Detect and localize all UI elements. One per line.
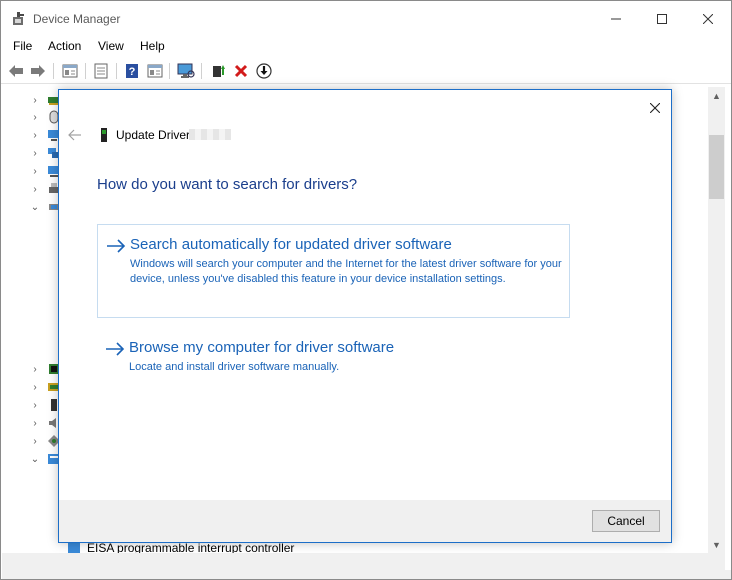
toolbar-separator	[169, 63, 170, 79]
chevron-right-icon[interactable]: ›	[29, 129, 41, 141]
cancel-button[interactable]: Cancel	[592, 510, 660, 532]
window-title: Device Manager	[33, 12, 121, 26]
tree-node-expanded[interactable]: ⌄	[29, 450, 61, 468]
toolbar-separator	[53, 63, 54, 79]
chevron-right-icon[interactable]: ›	[29, 435, 41, 447]
dialog-footer: Cancel	[59, 500, 671, 542]
minimize-button[interactable]	[593, 1, 639, 37]
chevron-right-icon[interactable]: ›	[29, 363, 41, 375]
scrollbar-thumb[interactable]	[709, 135, 724, 199]
tree-node[interactable]: ›	[29, 162, 61, 180]
arrow-right-icon	[107, 239, 126, 253]
back-button[interactable]	[7, 62, 25, 80]
option-title: Search automatically for updated driver …	[130, 236, 452, 253]
dialog-title: Update Driver	[116, 128, 191, 142]
chevron-right-icon[interactable]: ›	[29, 399, 41, 411]
chevron-right-icon[interactable]: ›	[29, 111, 41, 123]
dialog-back-button[interactable]	[67, 127, 83, 143]
tree-node[interactable]: ›	[29, 432, 61, 450]
tree-node[interactable]: ›	[29, 108, 61, 126]
dialog-close-button[interactable]	[643, 96, 667, 120]
disable-device-button[interactable]	[255, 62, 273, 80]
chevron-down-icon: ▼	[712, 539, 721, 550]
device-icon	[101, 128, 107, 142]
toolbar-separator	[116, 63, 117, 79]
monitor-icon	[177, 63, 195, 78]
svg-text:?: ?	[129, 66, 136, 78]
menu-view[interactable]: View	[98, 39, 124, 53]
status-bar	[2, 570, 731, 579]
update-driver-dialog: Update Driver How do you want to search …	[58, 89, 672, 543]
dialog-heading: How do you want to search for drivers?	[97, 176, 358, 193]
menu-help[interactable]: Help	[140, 39, 165, 53]
horizontal-scrollbar-area	[2, 553, 725, 570]
vertical-scrollbar[interactable]: ▲ ▼	[708, 87, 725, 553]
help-icon: ?	[126, 64, 138, 78]
tree-node[interactable]: ›	[29, 414, 61, 432]
help-button[interactable]: ?	[123, 62, 141, 80]
scroll-up-button[interactable]: ▲	[708, 87, 725, 104]
scroll-down-button[interactable]: ▼	[708, 536, 725, 553]
search-automatically-option[interactable]: Search automatically for updated driver …	[97, 224, 570, 318]
maximize-button[interactable]	[639, 1, 685, 37]
back-arrow-icon	[68, 129, 81, 141]
redacted-device-name	[189, 129, 231, 140]
menu-bar: File Action View Help	[1, 37, 731, 57]
menu-file[interactable]: File	[13, 39, 32, 53]
properties-icon	[62, 64, 78, 78]
tree-node-expanded[interactable]: ⌄	[29, 198, 61, 216]
chevron-right-icon[interactable]: ›	[29, 165, 41, 177]
chevron-right-icon[interactable]: ›	[29, 94, 41, 106]
close-icon	[703, 14, 713, 24]
chevron-right-icon[interactable]: ›	[29, 183, 41, 195]
tree-node[interactable]: ›	[29, 396, 61, 414]
toolbar: ?	[1, 58, 731, 84]
chevron-right-icon[interactable]: ›	[29, 417, 41, 429]
toolbar-separator	[201, 63, 202, 79]
tree-node[interactable]: ›	[29, 360, 61, 378]
close-window-button[interactable]	[685, 1, 731, 37]
option-title: Browse my computer for driver software	[129, 339, 395, 356]
chevron-up-icon: ▲	[712, 90, 721, 101]
forward-arrow-icon	[31, 65, 45, 77]
forward-button[interactable]	[29, 62, 47, 80]
properties-button[interactable]	[61, 62, 79, 80]
close-icon	[650, 103, 660, 113]
chevron-right-icon[interactable]: ›	[29, 147, 41, 159]
back-arrow-icon	[9, 65, 23, 77]
uninstall-device-button[interactable]	[232, 62, 250, 80]
maximize-icon	[657, 14, 667, 24]
disable-device-icon	[256, 63, 272, 79]
arrow-right-icon	[106, 342, 125, 356]
tree-node[interactable]: ›	[29, 126, 61, 144]
toolbar-separator	[85, 63, 86, 79]
minimize-icon	[611, 18, 621, 20]
action-view-button[interactable]	[146, 62, 164, 80]
title-bar: Device Manager	[1, 1, 731, 37]
option-description: Windows will search your computer and th…	[130, 258, 562, 285]
tree-node[interactable]: ›	[29, 91, 61, 109]
browse-computer-option[interactable]: Browse my computer for driver software L…	[97, 328, 570, 388]
menu-action[interactable]: Action	[48, 39, 81, 53]
update-driver-icon	[213, 65, 225, 77]
view-icon	[94, 63, 108, 79]
chevron-down-icon[interactable]: ⌄	[29, 453, 41, 465]
chevron-right-icon[interactable]: ›	[29, 381, 41, 393]
view-button[interactable]	[92, 62, 110, 80]
tree-node[interactable]: ›	[29, 180, 61, 198]
option-description: Locate and install driver software manua…	[129, 361, 340, 373]
scan-hardware-button[interactable]	[177, 62, 195, 80]
uninstall-icon	[234, 64, 248, 78]
tree-node[interactable]: ›	[29, 378, 61, 396]
tree-node[interactable]: ›	[29, 144, 61, 162]
action-view-icon	[147, 64, 163, 78]
update-driver-button[interactable]	[209, 62, 227, 80]
device-manager-app-icon	[13, 12, 24, 25]
chevron-down-icon[interactable]: ⌄	[29, 201, 41, 213]
